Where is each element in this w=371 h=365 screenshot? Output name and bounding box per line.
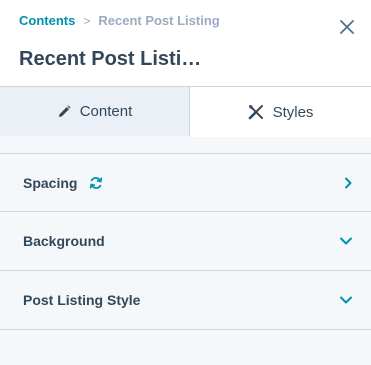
breadcrumb: Contents > Recent Post Listing: [19, 13, 220, 28]
chevron-right-icon: [343, 177, 353, 189]
breadcrumb-separator: >: [83, 13, 91, 28]
chevron-down-icon: [339, 295, 353, 305]
section-post-listing-style-label: Post Listing Style: [23, 292, 141, 308]
pencil-icon: [57, 104, 71, 119]
breadcrumb-current: Recent Post Listing: [98, 13, 220, 28]
section-background[interactable]: Background: [0, 212, 371, 271]
sync-icon[interactable]: [89, 176, 103, 190]
styles-icon: [248, 104, 264, 120]
tab-bar: Content Styles: [0, 86, 371, 137]
section-spacing-label: Spacing: [23, 174, 78, 191]
close-icon: [340, 20, 354, 34]
tab-styles[interactable]: Styles: [190, 86, 371, 137]
section-background-label: Background: [23, 233, 105, 249]
page-title: Recent Post Listi…: [19, 48, 202, 70]
tab-content[interactable]: Content: [0, 86, 190, 136]
style-sections: Spacing Background Post Listing Style: [0, 153, 371, 330]
section-post-listing-style[interactable]: Post Listing Style: [0, 271, 371, 330]
breadcrumb-contents-link[interactable]: Contents: [19, 13, 75, 28]
tab-content-label: Content: [79, 103, 133, 120]
panel-header: Contents > Recent Post Listing Recent Po…: [0, 0, 371, 87]
chevron-down-icon: [339, 236, 353, 246]
tab-styles-label: Styles: [272, 103, 314, 121]
close-button[interactable]: [336, 16, 358, 38]
section-spacing[interactable]: Spacing: [0, 153, 371, 212]
